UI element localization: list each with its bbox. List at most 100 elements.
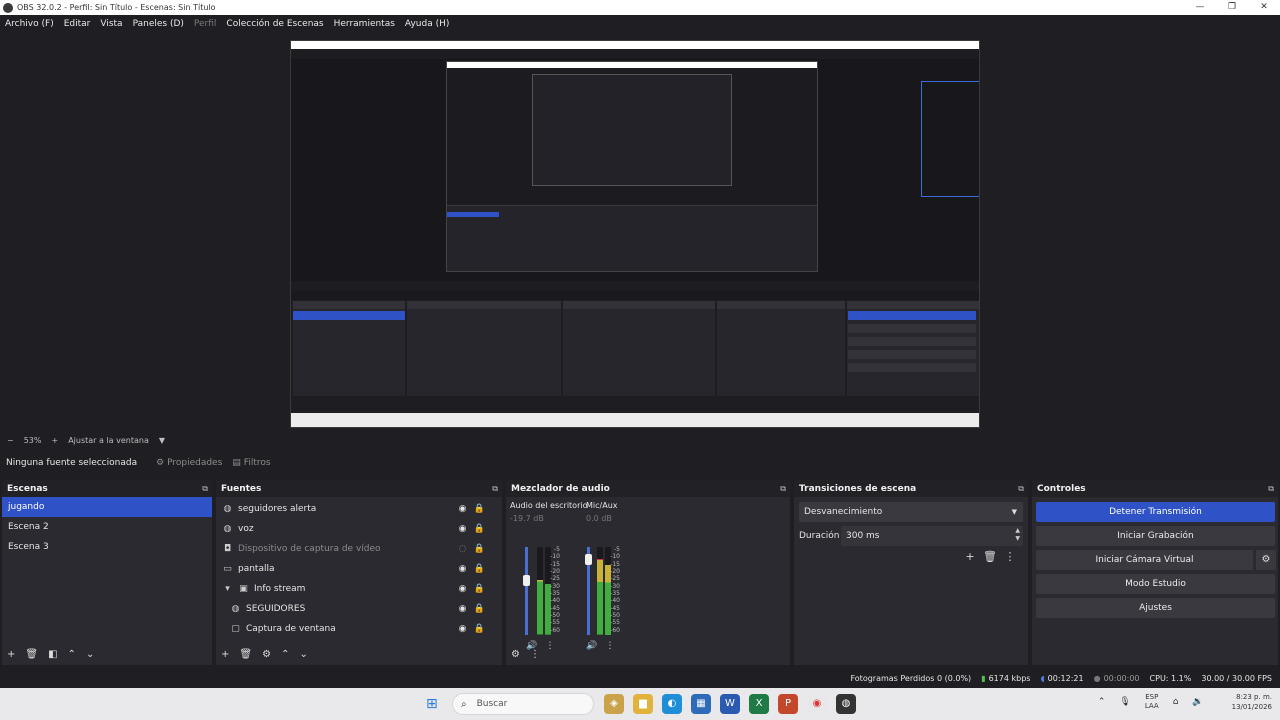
zoom-dropdown-icon[interactable]: ▼ bbox=[159, 436, 165, 445]
minimize-button[interactable]: — bbox=[1184, 0, 1216, 15]
properties-button[interactable]: ⚙ Propiedades bbox=[156, 458, 222, 468]
file-explorer-icon[interactable]: ▆ bbox=[633, 694, 653, 714]
scene-item-escena-2[interactable]: Escena 2 bbox=[2, 517, 212, 537]
add-transition-button[interactable]: + bbox=[960, 550, 980, 563]
lock-icon[interactable]: 🔒 bbox=[471, 564, 488, 574]
preview-selection-box[interactable] bbox=[921, 81, 979, 197]
scene-item-jugando[interactable]: jugando bbox=[2, 497, 212, 517]
store-icon[interactable]: ▦ bbox=[691, 694, 711, 714]
source-item[interactable]: ◍ SEGUIDORES ◉ 🔒 bbox=[216, 599, 502, 619]
undock-icon[interactable]: ⧉ bbox=[780, 484, 786, 494]
move-scene-up-button[interactable]: ⌃ bbox=[68, 649, 76, 660]
eye-hidden-icon[interactable]: ◌ bbox=[454, 544, 471, 554]
eye-icon[interactable]: ◉ bbox=[454, 504, 471, 514]
mixer-menu-icon[interactable]: ⋮ bbox=[530, 649, 540, 660]
language-indicator[interactable]: ESP LAA bbox=[1145, 693, 1159, 711]
lock-icon[interactable]: 🔒 bbox=[471, 604, 488, 614]
add-scene-button[interactable]: + bbox=[7, 649, 15, 660]
eye-icon[interactable]: ◉ bbox=[454, 604, 471, 614]
source-item[interactable]: ▢ Captura de ventana ◉ 🔒 bbox=[216, 619, 502, 639]
volume-fader-knob[interactable] bbox=[523, 575, 530, 587]
program-preview[interactable] bbox=[290, 40, 980, 428]
menu-perfil[interactable]: Perfil bbox=[194, 19, 217, 29]
word-icon[interactable]: W bbox=[720, 694, 740, 714]
eye-icon[interactable]: ◉ bbox=[454, 584, 471, 594]
chevron-up-icon[interactable]: ⌃ bbox=[1098, 697, 1106, 707]
move-source-up-button[interactable]: ⌃ bbox=[281, 649, 289, 660]
menu-herramientas[interactable]: Herramientas bbox=[334, 19, 395, 29]
chevron-down-icon[interactable]: ▾ bbox=[222, 584, 233, 594]
controls-title: Controles bbox=[1037, 483, 1086, 494]
virtual-camera-settings-icon[interactable]: ⚙ bbox=[1256, 550, 1276, 570]
microphone-icon[interactable]: 🎙 bbox=[1119, 697, 1130, 707]
source-item[interactable]: ◍ seguidores alerta ◉ 🔒 bbox=[216, 499, 502, 519]
lock-icon[interactable]: 🔒 bbox=[471, 624, 488, 634]
obs-taskbar-icon[interactable]: ◍ bbox=[836, 694, 856, 714]
remove-scene-button[interactable]: 🗑 bbox=[25, 649, 38, 660]
menu-editar[interactable]: Editar bbox=[64, 19, 91, 29]
remove-source-button[interactable]: 🗑 bbox=[239, 649, 252, 660]
eye-icon[interactable]: ◉ bbox=[454, 624, 471, 634]
undock-icon[interactable]: ⧉ bbox=[492, 484, 498, 494]
edge-icon[interactable]: ◐ bbox=[662, 694, 682, 714]
studio-mode-button[interactable]: Modo Estudio bbox=[1036, 574, 1275, 594]
transition-menu-icon[interactable]: ⋮ bbox=[1000, 550, 1020, 563]
mixer-settings-icon[interactable]: ⚙ bbox=[511, 649, 520, 660]
stop-streaming-button[interactable]: Detener Transmisión bbox=[1036, 502, 1275, 522]
start-virtual-camera-button[interactable]: Iniciar Cámara Virtual bbox=[1036, 550, 1253, 570]
search-icon: ⌕ bbox=[461, 698, 467, 710]
source-item[interactable]: ▭ pantalla ◉ 🔒 bbox=[216, 559, 502, 579]
obs-logo-icon bbox=[3, 2, 13, 13]
maximize-button[interactable]: ❐ bbox=[1216, 0, 1248, 15]
start-recording-button[interactable]: Iniciar Grabación bbox=[1036, 526, 1275, 546]
zoom-in-button[interactable]: + bbox=[51, 436, 58, 445]
remove-transition-button[interactable]: 🗑 bbox=[980, 550, 1000, 563]
undock-icon[interactable]: ⧉ bbox=[1018, 484, 1024, 494]
duration-input[interactable]: 300 ms ▲ ▼ bbox=[841, 526, 1023, 546]
move-source-down-button[interactable]: ⌄ bbox=[299, 649, 307, 660]
gear-icon: ⚙ bbox=[156, 458, 165, 468]
settings-button[interactable]: Ajustes bbox=[1036, 598, 1275, 618]
eye-icon[interactable]: ◉ bbox=[454, 524, 471, 534]
excel-icon[interactable]: X bbox=[749, 694, 769, 714]
powerpoint-icon[interactable]: P bbox=[778, 694, 798, 714]
chrome-icon[interactable]: ◉ bbox=[807, 694, 827, 714]
source-properties-button[interactable]: ⚙ bbox=[262, 649, 271, 660]
source-group-item[interactable]: ▾ ▣ Info stream ◉ 🔒 bbox=[216, 579, 502, 599]
menu-paneles[interactable]: Paneles (D) bbox=[133, 19, 184, 29]
scene-item-escena-3[interactable]: Escena 3 bbox=[2, 537, 212, 557]
channel-menu-icon[interactable]: ⋮ bbox=[601, 641, 619, 651]
close-button[interactable]: ✕ bbox=[1248, 0, 1280, 15]
copilot-icon[interactable]: ◈ bbox=[604, 694, 624, 714]
lock-icon[interactable]: 🔒 bbox=[471, 584, 488, 594]
filters-button[interactable]: ▤ Filtros bbox=[232, 458, 270, 468]
lock-icon[interactable]: 🔒 bbox=[471, 524, 488, 534]
menu-ayuda[interactable]: Ayuda (H) bbox=[405, 19, 449, 29]
spinner-icon[interactable]: ▲ ▼ bbox=[1015, 527, 1020, 543]
taskbar-search[interactable]: ⌕ Buscar bbox=[452, 693, 594, 715]
network-icon[interactable]: ⌂ bbox=[1173, 697, 1179, 707]
volume-fader-track[interactable] bbox=[525, 547, 528, 635]
volume-icon[interactable]: 🔉 bbox=[1192, 697, 1203, 707]
lock-icon[interactable]: 🔒 bbox=[471, 504, 488, 514]
stream-icon: ◖ bbox=[1040, 673, 1045, 683]
source-item[interactable]: ◘ Dispositivo de captura de vídeo ◌ 🔒 bbox=[216, 539, 502, 559]
undock-icon[interactable]: ⧉ bbox=[202, 484, 208, 494]
speaker-icon[interactable]: 🔊 bbox=[583, 641, 601, 651]
menu-archivo[interactable]: Archivo (F) bbox=[5, 19, 54, 29]
zoom-out-button[interactable]: − bbox=[7, 436, 14, 445]
eye-icon[interactable]: ◉ bbox=[454, 564, 471, 574]
add-source-button[interactable]: + bbox=[221, 649, 229, 660]
menu-vista[interactable]: Vista bbox=[100, 19, 122, 29]
taskbar-clock[interactable]: 8:23 p. m. 13/01/2026 bbox=[1232, 692, 1272, 712]
windows-start-icon[interactable]: ⊞ bbox=[426, 696, 442, 712]
lock-icon[interactable]: 🔒 bbox=[471, 544, 488, 554]
move-scene-down-button[interactable]: ⌄ bbox=[86, 649, 94, 660]
undock-icon[interactable]: ⧉ bbox=[1268, 484, 1274, 494]
transition-select[interactable]: Desvanecimiento ▼ bbox=[799, 502, 1023, 522]
fit-to-window-label[interactable]: Ajustar a la ventana bbox=[68, 436, 149, 445]
volume-fader-knob[interactable] bbox=[585, 554, 592, 566]
scene-filters-button[interactable]: ◧ bbox=[48, 649, 57, 660]
menu-coleccion-escenas[interactable]: Colección de Escenas bbox=[226, 19, 323, 29]
source-item[interactable]: ◍ voz ◉ 🔒 bbox=[216, 519, 502, 539]
